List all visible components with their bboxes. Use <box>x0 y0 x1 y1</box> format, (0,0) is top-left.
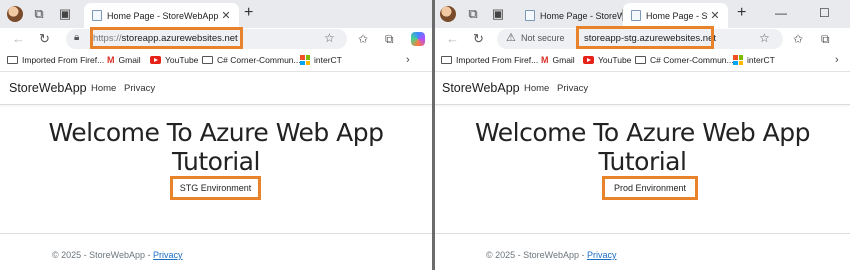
page-content: Welcome To Azure Web App Tutorial Prod E… <box>435 106 850 226</box>
footer-copyright: © 2025 - StoreWebApp - Privacy <box>52 250 183 260</box>
tab-title: Home Page - StoreWebApp <box>107 10 219 21</box>
folder-icon <box>7 56 18 64</box>
youtube-icon <box>583 56 594 64</box>
bookmark-gmail[interactable]: M Gmail <box>541 55 575 65</box>
folder-icon <box>441 56 452 64</box>
not-secure-label[interactable]: Not secure <box>521 33 565 43</box>
tab-actions-icon[interactable]: ▣ <box>57 6 73 22</box>
site-footer: © 2025 - StoreWebApp - Privacy <box>0 233 432 270</box>
environment-label: STG Environment <box>170 176 261 200</box>
right-browser-window: ⧉ ▣ Home Page - StoreW Home Page - Store… <box>435 0 850 270</box>
nav-privacy-link[interactable]: Privacy <box>124 83 155 94</box>
bookmark-imported[interactable]: Imported From Firef... <box>441 55 538 65</box>
bookmark-csharp-corner[interactable]: C# Corner-Commun... <box>202 55 301 65</box>
copilot-icon[interactable] <box>411 32 425 46</box>
page-favicon-icon <box>631 10 641 21</box>
nav-privacy-link[interactable]: Privacy <box>557 83 588 94</box>
bookmark-interct[interactable]: interCT <box>733 55 775 65</box>
screenshot-stage: ⧉ ▣ Home Page - StoreWebApp ✕ + ← ↻ 🔒︎ h… <box>0 0 850 270</box>
environment-label: Prod Environment <box>602 176 698 200</box>
bookmarks-bar: Imported From Firef... M Gmail YouTube C#… <box>0 50 432 72</box>
bookmarks-bar: Imported From Firef... M Gmail YouTube C#… <box>435 50 850 72</box>
tab-title: Home Page - StoreW <box>540 10 622 21</box>
page-favicon-icon <box>525 10 535 21</box>
page-favicon-icon <box>92 10 102 21</box>
tab-home-page-inactive[interactable]: Home Page - StoreW <box>517 3 622 28</box>
youtube-icon <box>150 56 161 64</box>
extensions-icon[interactable]: ⧉ <box>821 31 830 47</box>
new-tab-icon[interactable]: + <box>737 5 746 21</box>
gmail-icon: M <box>541 55 549 65</box>
site-brand[interactable]: StoreWebApp <box>9 81 87 95</box>
close-icon[interactable]: ✕ <box>708 9 722 22</box>
folder-icon <box>202 56 213 64</box>
favorite-star-icon[interactable]: ☆ <box>759 31 770 45</box>
tab-strip: ⧉ ▣ Home Page - StoreW Home Page - Store… <box>435 0 850 28</box>
bookmark-youtube[interactable]: YouTube <box>150 55 198 65</box>
tab-home-page-active[interactable]: Home Page - StoreW ✕ <box>623 3 728 28</box>
site-navbar: StoreWebApp Home Privacy <box>0 73 432 105</box>
welcome-heading: Welcome To Azure Web App Tutorial <box>475 118 811 176</box>
footer-copyright: © 2025 - StoreWebApp - Privacy <box>486 250 617 260</box>
tab-home-page[interactable]: Home Page - StoreWebApp ✕ <box>84 3 239 28</box>
site-footer: © 2025 - StoreWebApp - Privacy <box>435 233 850 270</box>
gmail-icon: M <box>107 55 115 65</box>
favorite-star-icon[interactable]: ☆ <box>324 31 335 45</box>
lock-icon[interactable]: 🔒︎ <box>74 32 79 43</box>
tab-actions-icon[interactable]: ▣ <box>490 6 506 22</box>
footer-privacy-link[interactable]: Privacy <box>587 250 617 260</box>
bookmark-csharp-corner[interactable]: C# Corner-Commun... <box>635 55 734 65</box>
welcome-heading: Welcome To Azure Web App Tutorial <box>48 118 385 176</box>
bookmark-interct[interactable]: interCT <box>300 55 342 65</box>
favorites-icon[interactable]: ✩ <box>358 31 368 47</box>
tab-strip: ⧉ ▣ Home Page - StoreWebApp ✕ + <box>0 0 432 28</box>
nav-home-link[interactable]: Home <box>524 83 549 94</box>
microsoft-icon <box>733 55 743 65</box>
warning-icon[interactable]: ⚠︎ <box>506 31 516 44</box>
minimize-icon[interactable]: — <box>775 5 787 21</box>
avatar[interactable] <box>440 6 456 22</box>
refresh-icon[interactable]: ↻ <box>473 31 484 47</box>
tab-title: Home Page - StoreW <box>646 10 708 21</box>
url-highlight-box <box>90 27 243 49</box>
back-icon[interactable]: ← <box>12 31 25 47</box>
workspaces-icon[interactable]: ⧉ <box>31 6 47 22</box>
footer-privacy-link[interactable]: Privacy <box>153 250 183 260</box>
favorites-icon[interactable]: ✩ <box>793 31 803 47</box>
nav-home-link[interactable]: Home <box>91 83 116 94</box>
chevron-right-icon[interactable]: › <box>835 54 839 66</box>
site-navbar: StoreWebApp Home Privacy <box>435 73 850 105</box>
left-browser-window: ⧉ ▣ Home Page - StoreWebApp ✕ + ← ↻ 🔒︎ h… <box>0 0 432 270</box>
refresh-icon[interactable]: ↻ <box>39 31 50 47</box>
close-icon[interactable]: ✕ <box>219 9 233 22</box>
bookmark-imported[interactable]: Imported From Firef... <box>7 55 104 65</box>
workspaces-icon[interactable]: ⧉ <box>465 6 481 22</box>
site-brand[interactable]: StoreWebApp <box>442 81 520 95</box>
extensions-icon[interactable]: ⧉ <box>385 31 394 47</box>
page-content: Welcome To Azure Web App Tutorial STG En… <box>0 106 432 226</box>
avatar[interactable] <box>7 6 23 22</box>
folder-icon <box>635 56 646 64</box>
maximize-icon[interactable]: ☐ <box>819 5 830 21</box>
bookmark-youtube[interactable]: YouTube <box>583 55 631 65</box>
bookmark-gmail[interactable]: M Gmail <box>107 55 141 65</box>
new-tab-icon[interactable]: + <box>244 5 253 21</box>
url-highlight-box <box>576 26 714 49</box>
microsoft-icon <box>300 55 310 65</box>
chevron-right-icon[interactable]: › <box>406 54 410 66</box>
back-icon[interactable]: ← <box>446 31 459 47</box>
